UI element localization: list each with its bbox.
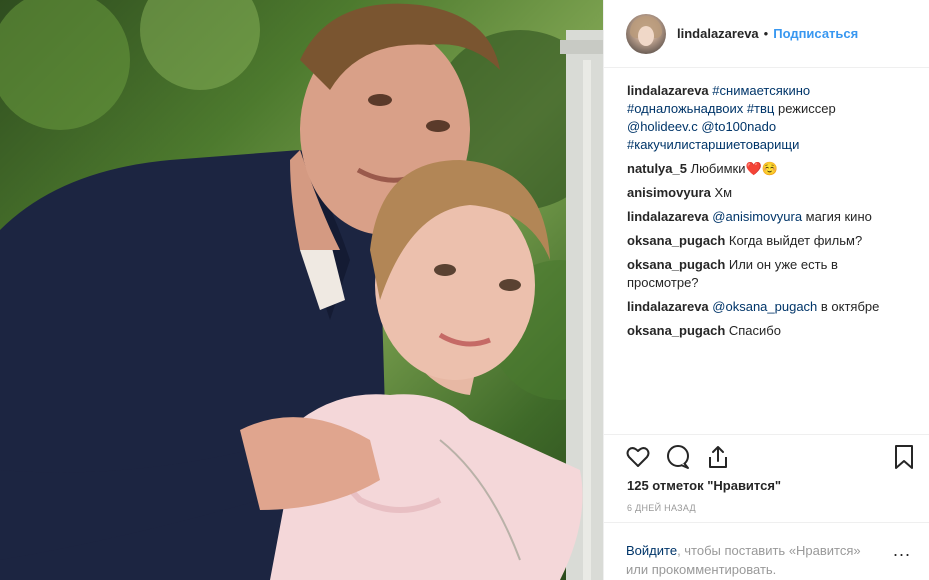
photo-illustration xyxy=(0,0,603,580)
comment-item: lindalazareva @anisimovyura магия кино xyxy=(627,208,909,226)
login-prompt: Войдите, чтобы поставить «Нравится» или … xyxy=(626,541,881,579)
login-link[interactable]: Войдите xyxy=(626,543,677,558)
comment-item: lindalazareva @oksana_pugach в октябре xyxy=(627,298,909,316)
comment-username[interactable]: lindalazareva xyxy=(627,299,709,314)
heart-outline-icon[interactable] xyxy=(624,443,652,471)
mention[interactable]: @to100nado xyxy=(701,119,776,134)
mention[interactable]: @holideev.c xyxy=(627,119,698,134)
ellipsis-icon[interactable]: ... xyxy=(893,541,911,559)
likes-count[interactable]: 125 отметок "Нравится" xyxy=(627,478,781,493)
comment-text: Спасибо xyxy=(725,323,781,338)
follow-button[interactable]: Подписаться xyxy=(773,26,858,41)
comment-username[interactable]: anisimovyura xyxy=(627,185,711,200)
comment-item: oksana_pugach Или он уже есть в просмотр… xyxy=(627,256,909,292)
comment-item: natulya_5 Любимки❤️☺️ xyxy=(627,160,909,178)
share-arrow-icon[interactable] xyxy=(704,443,732,471)
author-username[interactable]: lindalazareva xyxy=(677,26,759,41)
comment-item: oksana_pugach Когда выйдет фильм? xyxy=(627,232,909,250)
post-photo[interactable] xyxy=(0,0,603,580)
comment-item: oksana_pugach Спасибо xyxy=(627,322,909,340)
mention[interactable]: @oksana_pugach xyxy=(712,299,817,314)
comment-text: Когда выйдет фильм? xyxy=(725,233,863,248)
mention[interactable]: @anisimovyura xyxy=(712,209,802,224)
action-bar xyxy=(604,434,929,476)
post-footer: Войдите, чтобы поставить «Нравится» или … xyxy=(604,522,929,580)
avatar-face xyxy=(638,25,654,46)
caption-text: режиссер xyxy=(774,101,836,116)
avatar[interactable] xyxy=(626,13,666,54)
comment-username[interactable]: oksana_pugach xyxy=(627,323,725,338)
comment-username[interactable]: oksana_pugach xyxy=(627,257,725,272)
comments-list: lindalazareva #снимаетсякино #одналожьна… xyxy=(627,82,909,346)
comment-text: в октябре xyxy=(817,299,880,314)
separator-dot: • xyxy=(763,26,769,41)
bookmark-icon[interactable] xyxy=(890,443,918,471)
comment-item: anisimovyura Хм xyxy=(627,184,909,202)
hashtag[interactable]: #какучилистаршиетоварищи xyxy=(627,137,799,152)
hashtag[interactable]: #снимаетсякино xyxy=(712,83,810,98)
hashtag[interactable]: #твц xyxy=(747,101,775,116)
instagram-post-window: lindalazareva • Подписаться lindalazarev… xyxy=(0,0,929,580)
caption: lindalazareva #снимаетсякино #одналожьна… xyxy=(627,82,909,154)
post-header: lindalazareva • Подписаться xyxy=(604,0,929,68)
speech-bubble-icon[interactable] xyxy=(664,443,692,471)
comment-username[interactable]: oksana_pugach xyxy=(627,233,725,248)
comment-username[interactable]: natulya_5 xyxy=(627,161,687,176)
comment-username[interactable]: lindalazareva xyxy=(627,209,709,224)
caption-username[interactable]: lindalazareva xyxy=(627,83,709,98)
post-timestamp[interactable]: 6 дней назад xyxy=(627,503,696,513)
hashtag[interactable]: #одналожьнадвоих xyxy=(627,101,743,116)
comment-text: Хм xyxy=(710,185,733,200)
comment-text: Любимки❤️☺️ xyxy=(686,161,778,176)
comment-text: магия кино xyxy=(802,209,872,224)
post-sidebar: lindalazareva • Подписаться lindalazarev… xyxy=(603,0,929,580)
